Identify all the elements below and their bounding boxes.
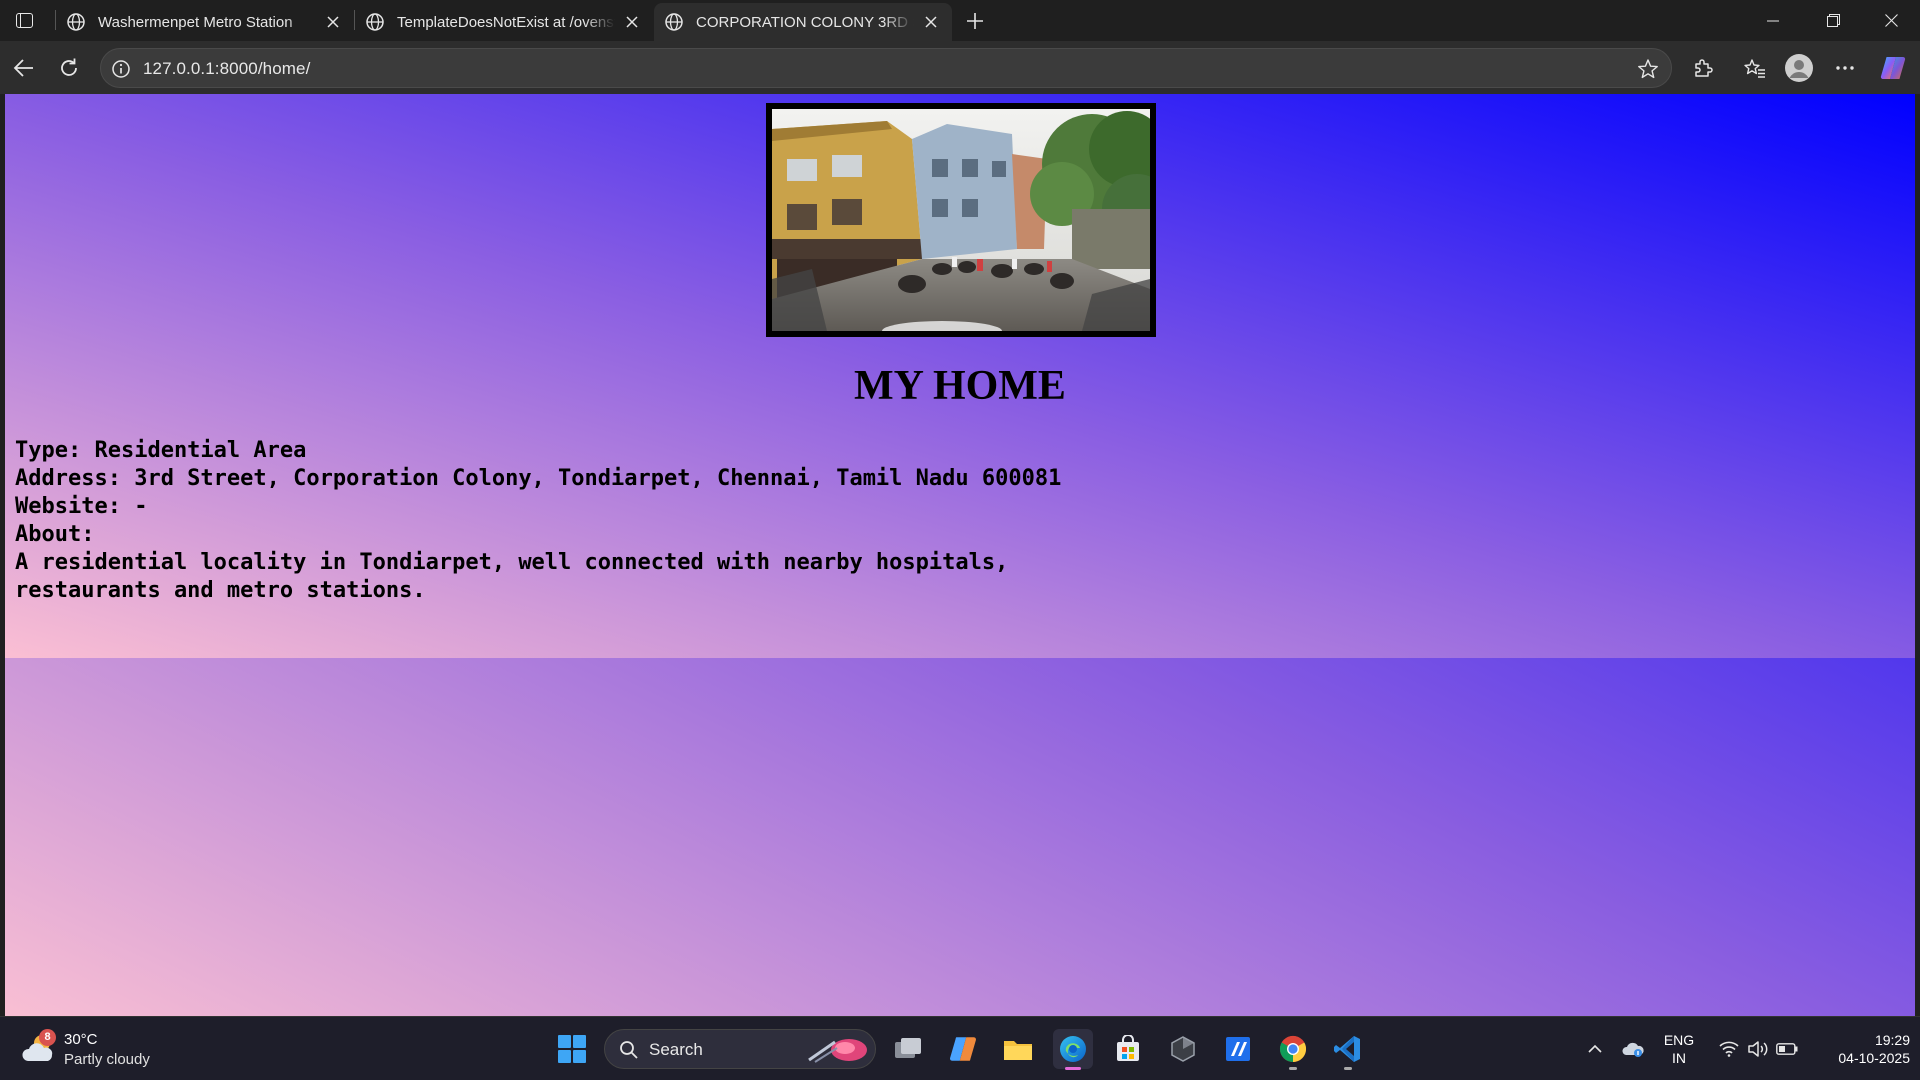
clock-time: 19:29 [1874,1032,1910,1048]
about-label: About: [15,522,95,547]
weather-widget[interactable]: 8 30°C Partly cloudy [22,1027,182,1071]
edge-browser-icon[interactable] [1053,1029,1093,1070]
close-tab-icon[interactable] [322,11,344,33]
globe-icon [67,13,85,31]
start-windows-icon[interactable] [554,1031,590,1067]
taskbar-search[interactable]: Search [604,1029,876,1069]
clock-date: 04-10-2025 [1838,1050,1910,1066]
language-region: IN [1672,1050,1686,1066]
wifi-icon[interactable] [1714,1017,1744,1080]
tab-title: TemplateDoesNotExist at /ovenstudio [397,13,615,31]
browser-title-bar: Washermenpet Metro Station TemplateDoesN… [0,0,1920,41]
address-row: Address: 3rd Street, Corporation Colony,… [15,466,1062,491]
clock[interactable]: 19:29 04-10-2025 [1812,1017,1910,1080]
tab-title: Washermenpet Metro Station [98,13,293,31]
language-code: ENG [1663,1032,1695,1048]
favorites-collection-icon[interactable] [1738,51,1772,85]
show-hidden-icons-chevron-icon[interactable] [1582,1017,1608,1080]
weather-alert-badge: 8 [39,1029,56,1046]
globe-icon [366,13,384,31]
page-title: MY HOME [854,363,1066,409]
weather-condition: Partly cloudy [64,1051,150,1068]
tab-washermenpet-metro[interactable]: Washermenpet Metro Station [56,3,354,41]
blue-editor-app-icon[interactable] [1218,1029,1258,1069]
chrome-browser-icon[interactable] [1273,1029,1313,1070]
back-arrow-icon[interactable] [7,51,41,85]
website-row: Website: - [15,494,148,519]
type-row: Type: Residential Area [15,438,307,463]
restore-icon[interactable] [1804,0,1862,41]
globe-icon [665,13,683,31]
close-window-icon[interactable] [1862,0,1920,41]
search-highlight-illustration-icon [808,1039,867,1063]
tab-actions-menu-icon[interactable] [10,8,38,32]
page-viewport: MY HOME Type: Residential Area Address: … [5,94,1915,1016]
copilot-icon[interactable] [1876,51,1910,85]
weather-temperature: 30°C [64,1031,98,1048]
battery-icon[interactable] [1772,1017,1802,1080]
volume-icon[interactable] [1744,1017,1772,1080]
close-tab-icon[interactable] [621,11,643,33]
address-bar[interactable]: 127.0.0.1:8000/home/ [100,48,1672,88]
url-text[interactable]: 127.0.0.1:8000/home/ [143,59,310,79]
minimize-icon[interactable] [1744,0,1802,41]
favorite-star-icon[interactable] [1637,58,1659,80]
browser-toolbar: 127.0.0.1:8000/home/ [0,41,1920,94]
new-tab-plus-icon[interactable] [960,6,990,36]
extensions-puzzle-icon[interactable] [1686,51,1720,85]
more-options-icon[interactable] [1828,51,1862,85]
site-info-icon[interactable] [111,59,131,79]
language-indicator[interactable]: ENG IN [1654,1017,1704,1080]
home-street-photo [766,103,1156,337]
close-tab-icon[interactable] [920,11,942,33]
hexagon-app-icon[interactable] [1163,1029,1203,1069]
refresh-icon[interactable] [52,51,86,85]
vscode-icon[interactable] [1328,1029,1368,1070]
home-details: Type: Residential Area Address: 3rd Stre… [15,437,1061,605]
tab-template-does-not-exist[interactable]: TemplateDoesNotExist at /ovenstudio [355,3,653,41]
search-label: Search [649,1040,703,1059]
street-view-image [772,109,1150,331]
file-explorer-icon[interactable] [998,1029,1038,1069]
profile-avatar-icon[interactable] [1782,51,1816,85]
microsoft-store-icon[interactable] [1108,1029,1148,1069]
task-view-icon[interactable] [888,1029,928,1069]
tab-title: CORPORATION COLONY 3RD STREET [696,13,914,31]
search-icon [620,1041,638,1059]
taskbar: 8 30°C Partly cloudy Search ENG IN 19:29 0… [0,1016,1920,1080]
about-text: A residential locality in Tondiarpet, we… [15,550,1009,603]
tab-corporation-colony[interactable]: CORPORATION COLONY 3RD STREET [654,3,952,41]
onedrive-icon[interactable] [1618,1017,1648,1080]
copilot-app-icon[interactable] [943,1029,983,1069]
